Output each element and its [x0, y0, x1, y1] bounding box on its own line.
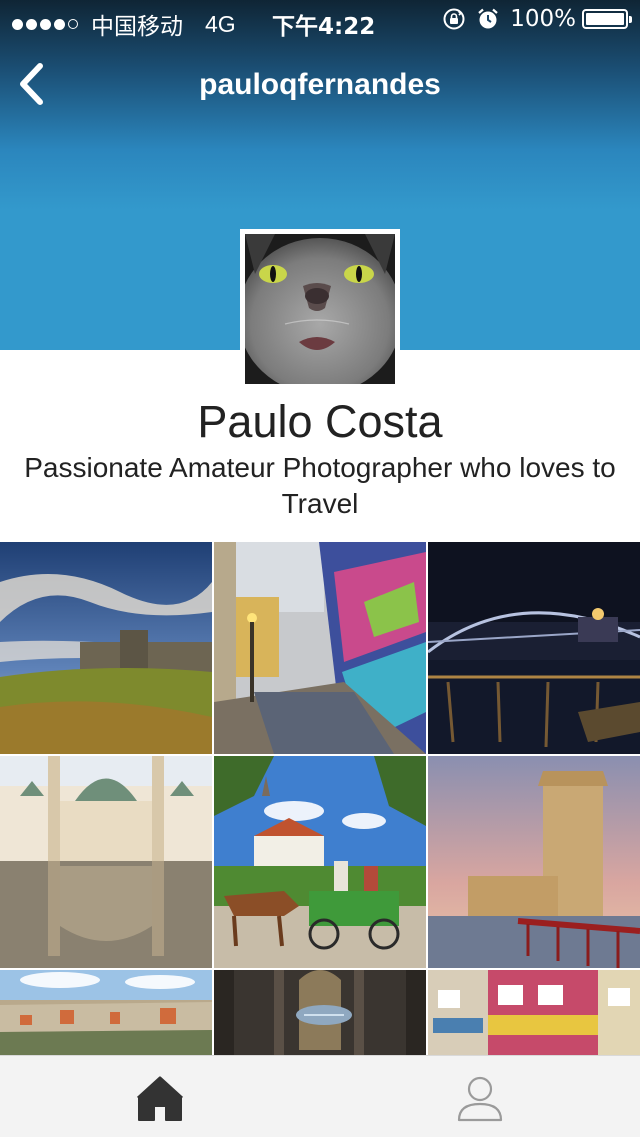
- colorful-facade-photo: [428, 970, 640, 1062]
- cat-avatar-photo: [245, 234, 395, 384]
- tab-bar: [0, 1055, 640, 1137]
- profile-bio: Passionate Amateur Photographer who love…: [24, 452, 616, 519]
- photo-thumbnail-baroque-church[interactable]: [0, 756, 212, 968]
- photo-grid: [0, 542, 640, 1062]
- photo-thumbnail-night-bridge[interactable]: [428, 542, 640, 754]
- profile-name: Paulo Costa: [197, 396, 443, 447]
- signal-dot: [54, 18, 65, 30]
- tab-profile[interactable]: [320, 1056, 640, 1137]
- home-icon: [136, 1076, 184, 1121]
- signal-dot-empty: [68, 19, 78, 29]
- photo-thumbnail-cathedral-interior[interactable]: [214, 970, 426, 1062]
- photo-thumbnail-horse-carriage[interactable]: [214, 756, 426, 968]
- status-time: 下午4:22: [272, 14, 376, 40]
- status-bar: 中国移动 4G 下午4:22 100%: [0, 0, 640, 40]
- photo-thumbnail-city-panorama[interactable]: [0, 970, 212, 1062]
- rotation-lock-icon: [443, 8, 465, 30]
- castle-ruins-photo: [0, 542, 212, 754]
- battery-icon: [582, 9, 632, 29]
- alarm-icon: [478, 8, 498, 29]
- profile-icon: [457, 1076, 503, 1122]
- signal-dot: [26, 18, 37, 30]
- navigation-bar: pauloqfernandes: [0, 52, 640, 116]
- photo-thumbnail-graffiti-street[interactable]: [214, 542, 426, 754]
- signal-dot: [12, 18, 23, 30]
- baroque-church-photo: [0, 756, 212, 968]
- page-title: pauloqfernandes: [199, 68, 441, 101]
- stone-tower-photo: [428, 756, 640, 968]
- avatar[interactable]: [240, 229, 400, 389]
- horse-carriage-photo: [214, 756, 426, 968]
- signal-dot: [40, 18, 51, 30]
- photo-thumbnail-colorful-facade[interactable]: [428, 970, 640, 1062]
- tab-home[interactable]: [0, 1056, 320, 1137]
- city-panorama-photo: [0, 970, 212, 1062]
- night-bridge-photo: [428, 542, 640, 754]
- photo-thumbnail-stone-tower[interactable]: [428, 756, 640, 968]
- photo-thumbnail-castle-ruins[interactable]: [0, 542, 212, 754]
- cathedral-interior-photo: [214, 970, 426, 1062]
- carrier-name: 中国移动: [91, 14, 183, 40]
- signal-strength-indicator: [12, 18, 81, 30]
- network-type: 4G: [205, 10, 236, 37]
- battery-percentage: 100%: [510, 6, 576, 32]
- graffiti-street-photo: [214, 542, 426, 754]
